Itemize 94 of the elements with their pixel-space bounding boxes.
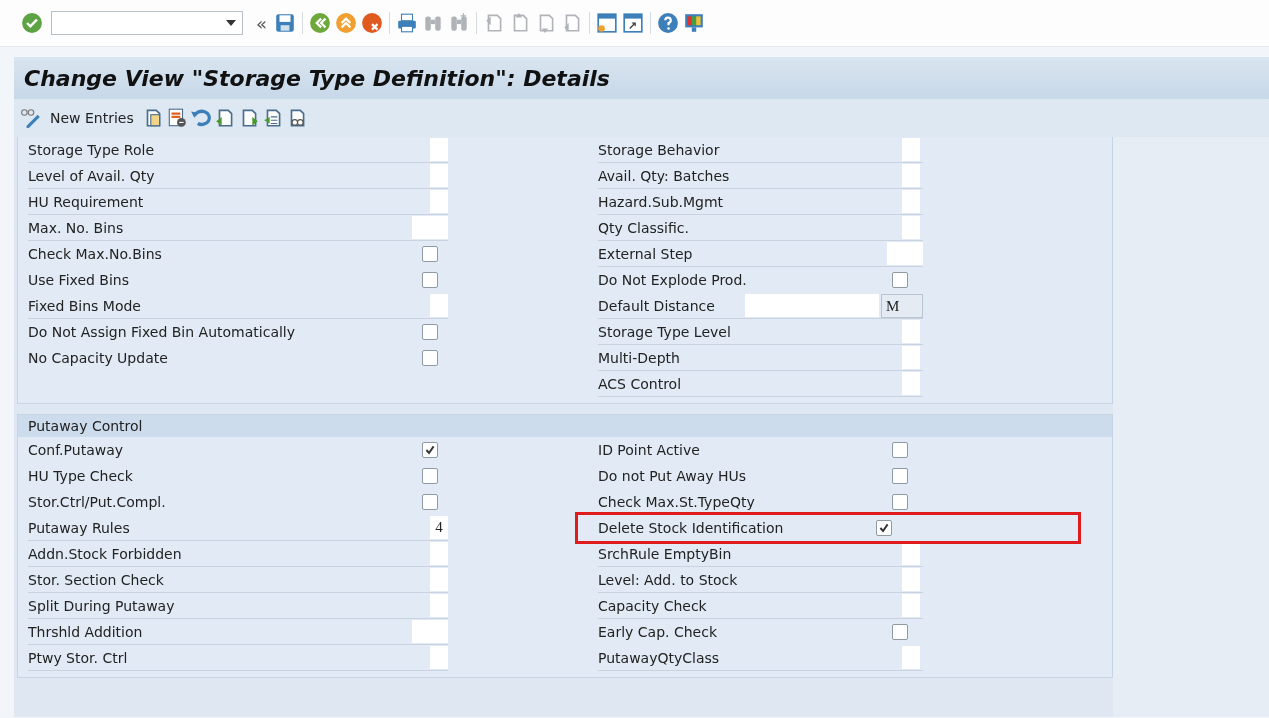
input-field[interactable]	[430, 138, 448, 161]
checkbox[interactable]	[422, 272, 438, 288]
shortcut-icon[interactable]	[622, 12, 644, 34]
field-label: Check Max.No.Bins	[28, 246, 163, 262]
field-label: Do not Put Away HUs	[598, 468, 748, 484]
input-field[interactable]	[902, 216, 920, 239]
input-field[interactable]	[430, 594, 448, 617]
input-field[interactable]	[902, 542, 920, 565]
input-field[interactable]	[902, 594, 920, 617]
field-label: SrchRule EmptyBin	[598, 545, 733, 562]
input-field[interactable]	[412, 620, 448, 643]
field-label: Level of Avail. Qty	[28, 167, 156, 184]
field-label: Qty Classific.	[598, 219, 690, 236]
new-window-icon[interactable]	[596, 12, 618, 34]
field-label: Check Max.St.TypeQty	[598, 494, 756, 510]
field-label: Avail. Qty: Batches	[598, 167, 731, 184]
input-field[interactable]	[430, 190, 448, 213]
checkbox[interactable]	[876, 520, 892, 536]
field-label: Putaway Rules	[28, 519, 131, 536]
checkbox[interactable]	[422, 324, 438, 340]
input-field[interactable]	[430, 294, 448, 317]
field-label: Ptwy Stor. Ctrl	[28, 649, 129, 666]
monitor-icon[interactable]	[683, 12, 705, 34]
caret-icon[interactable]	[226, 20, 236, 26]
field-label: ID Point Active	[598, 442, 701, 458]
field-label: Thrshld Addition	[28, 623, 144, 640]
field-label: Storage Type Role	[28, 141, 155, 158]
field-label: Do Not Assign Fixed Bin Automatically	[28, 324, 297, 340]
checkbox[interactable]	[422, 350, 438, 366]
field-label: Do Not Explode Prod.	[598, 272, 748, 288]
input-field[interactable]	[902, 372, 920, 395]
field-label: Multi-Depth	[598, 349, 681, 366]
field-label: Stor. Section Check	[28, 571, 165, 588]
cancel-icon[interactable]	[361, 12, 383, 34]
field-label: Hazard.Sub.Mgmt	[598, 193, 725, 210]
field-label: Use Fixed Bins	[28, 272, 130, 288]
field-label: Capacity Check	[598, 597, 708, 614]
input-field[interactable]	[902, 568, 920, 591]
binoculars-plus-icon[interactable]	[448, 12, 470, 34]
exit-icon[interactable]	[335, 12, 357, 34]
field-label: Storage Behavior	[598, 141, 721, 158]
field-label: Default Distance	[598, 297, 716, 314]
save-icon[interactable]	[274, 12, 296, 34]
field-label: Addn.Stock Forbidden	[28, 545, 183, 562]
input-field[interactable]	[902, 320, 920, 343]
screen-title: Change View "Storage Type Definition": Details	[24, 65, 610, 91]
field-label: Fixed Bins Mode	[28, 297, 142, 314]
unit-field: M	[881, 293, 923, 318]
checkbox[interactable]	[892, 442, 908, 458]
glasses-pencil-icon[interactable]	[20, 107, 42, 129]
input-field[interactable]	[887, 242, 923, 265]
field-label: Early Cap. Check	[598, 624, 718, 640]
input-field[interactable]	[430, 646, 448, 669]
input-field[interactable]	[430, 542, 448, 565]
input-field[interactable]	[412, 216, 448, 239]
field-label: HU Type Check	[28, 468, 134, 484]
checkbox[interactable]	[422, 494, 438, 510]
field-label: Delete Stock Identification	[598, 520, 785, 536]
field-label: Level: Add. to Stock	[598, 571, 739, 588]
field-label: ACS Control	[598, 375, 683, 392]
command-field[interactable]	[51, 11, 243, 35]
help-icon[interactable]	[657, 12, 679, 34]
input-field[interactable]	[745, 294, 879, 317]
field-label: Stor.Ctrl/Put.Compl.	[28, 494, 167, 510]
enter-check-icon[interactable]	[21, 12, 43, 34]
back-icon[interactable]	[309, 12, 331, 34]
field-label: Conf.Putaway	[28, 442, 125, 458]
input-field[interactable]	[430, 164, 448, 187]
undo-icon[interactable]	[189, 107, 212, 129]
checkbox[interactable]	[422, 442, 438, 458]
collapse-button[interactable]: «	[253, 12, 270, 34]
field-label: Split During Putaway	[28, 597, 176, 614]
checkbox[interactable]	[892, 494, 908, 510]
field-label: HU Requirement	[28, 193, 145, 210]
input-field[interactable]	[902, 346, 920, 369]
group-box-title: Putaway Control	[18, 414, 1112, 437]
checkbox[interactable]	[422, 246, 438, 262]
input-field[interactable]	[902, 190, 920, 213]
checkbox[interactable]	[892, 468, 908, 484]
field-label: External Step	[598, 245, 694, 262]
field-label: PutawayQtyClass	[598, 649, 721, 666]
field-label: Storage Type Level	[598, 323, 732, 340]
new-entries-button[interactable]: New Entries	[44, 108, 140, 128]
input-field[interactable]	[430, 568, 448, 591]
checkbox[interactable]	[892, 272, 908, 288]
checkbox[interactable]	[892, 624, 908, 640]
input-field[interactable]	[902, 138, 920, 161]
printer-icon[interactable]	[396, 12, 418, 34]
field-label: No Capacity Update	[28, 350, 169, 366]
input-field[interactable]	[902, 646, 920, 669]
field-label: Max. No. Bins	[28, 219, 125, 236]
input-field[interactable]: 4	[430, 516, 448, 539]
checkbox[interactable]	[422, 468, 438, 484]
input-field[interactable]	[902, 164, 920, 187]
